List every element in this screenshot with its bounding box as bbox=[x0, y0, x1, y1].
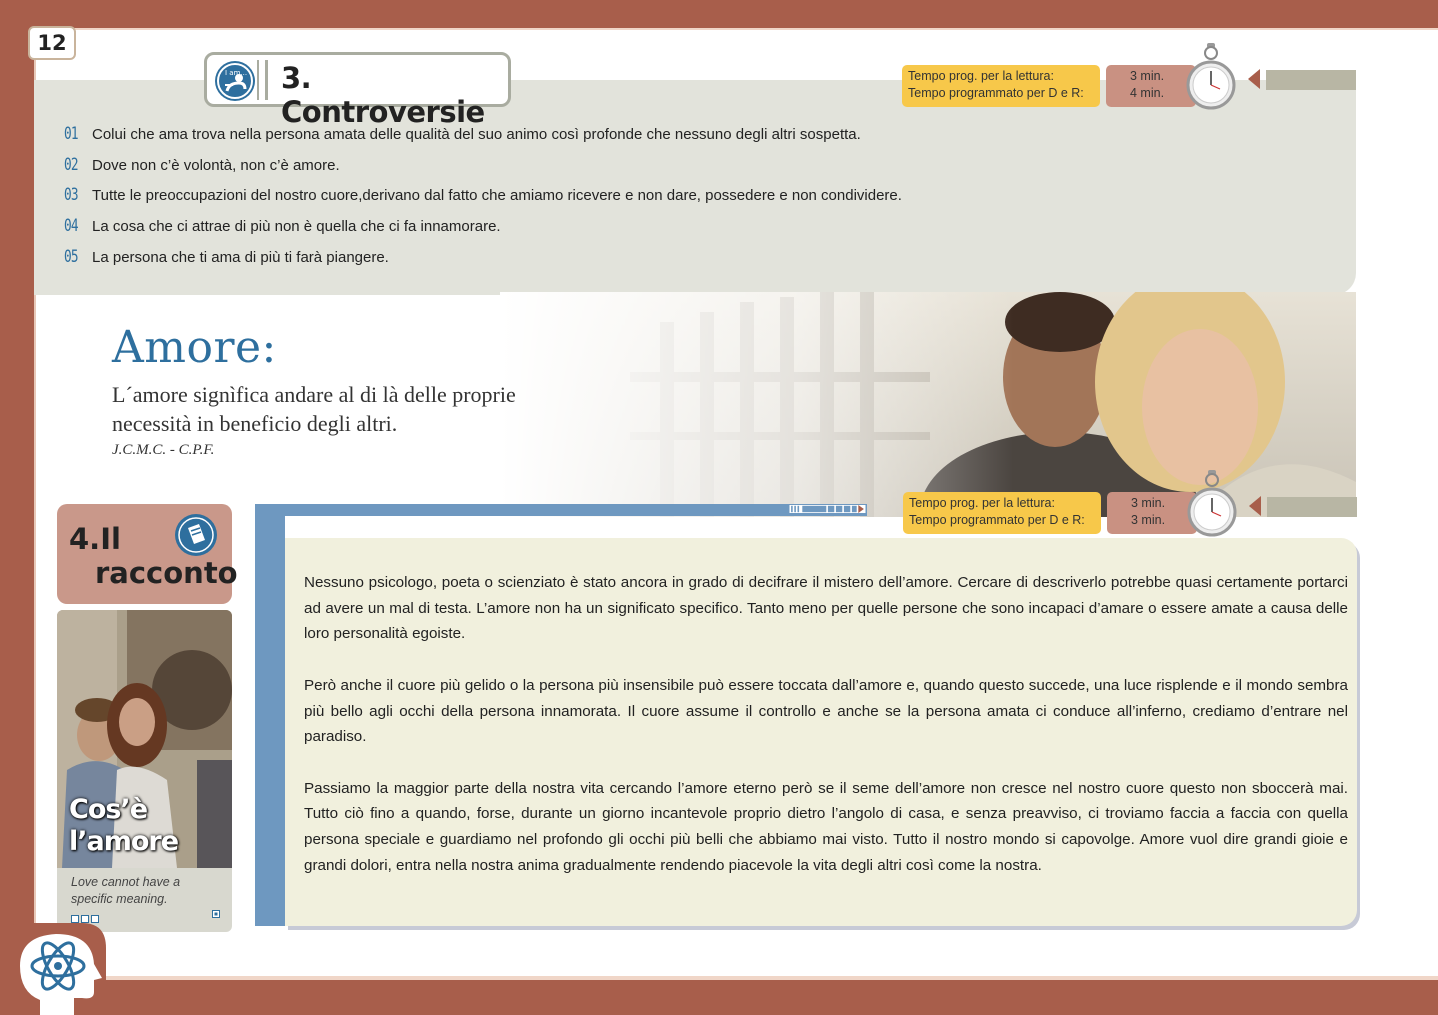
timer-values: 3 min. 4 min. bbox=[1106, 65, 1196, 107]
racconto-word: racconto bbox=[95, 556, 238, 590]
list-number: 04 bbox=[64, 216, 79, 236]
amore-quote-line: L´amore signìfica andare al di là delle … bbox=[112, 382, 516, 407]
timer-value-dr: 3 min. bbox=[1131, 513, 1166, 527]
story-paragraph: Però anche il cuore più gelido o la pers… bbox=[304, 676, 1348, 746]
timer-value-dr: 4 min. bbox=[1130, 86, 1165, 100]
story-text: Nessuno psicologo, poeta o scienziato è … bbox=[304, 570, 1348, 904]
stopwatch-icon bbox=[1187, 470, 1237, 537]
story-photo-title: Cos’è l’amore bbox=[69, 794, 179, 858]
story-frame-left bbox=[255, 504, 285, 926]
story-caption-line: Love cannot have a bbox=[71, 875, 181, 889]
amore-quote: L´amore signìfica andare al di là delle … bbox=[112, 380, 552, 438]
timer-value-reading: 3 min. bbox=[1131, 496, 1166, 510]
list-text: Colui che ama trova nella persona amata … bbox=[92, 126, 861, 143]
list-text: Dove non c’è volontà, non c’è amore. bbox=[92, 157, 340, 174]
list-number: 01 bbox=[64, 124, 79, 144]
timer-arrow bbox=[1249, 496, 1261, 516]
frame-ticks bbox=[789, 505, 866, 513]
header-separator bbox=[265, 60, 268, 100]
timer-label-reading: Tempo prog. per la lettura: bbox=[908, 69, 1054, 83]
timer-label-reading: Tempo prog. per la lettura: bbox=[909, 496, 1055, 510]
story-photo-title-line: l’amore bbox=[69, 826, 179, 857]
page-number: 12 bbox=[28, 26, 76, 60]
timer-labels: Tempo prog. per la lettura: Tempo progra… bbox=[902, 65, 1100, 107]
story-paragraph: Passiamo la maggior parte della nostra v… bbox=[304, 779, 1348, 874]
bottom-stripe bbox=[34, 976, 1438, 980]
stopwatch-icon bbox=[1186, 43, 1236, 110]
amore-quote-line: necessità in beneficio degli altri. bbox=[112, 411, 398, 436]
atom-head-icon bbox=[12, 923, 106, 1015]
story-caption-line: specific meaning. bbox=[71, 892, 168, 906]
timer-values: 3 min. 3 min. bbox=[1107, 492, 1197, 534]
amore-title: Amore: bbox=[112, 322, 277, 373]
controversie-header: I am... 3. Controversie bbox=[204, 52, 511, 129]
timer-bar bbox=[1266, 70, 1356, 90]
list-number: 02 bbox=[64, 155, 79, 175]
timer-labels: Tempo prog. per la lettura: Tempo progra… bbox=[903, 492, 1101, 534]
list-text: La cosa che ci attrae di più non è quell… bbox=[92, 218, 501, 235]
racconto-header: 4.Il racconto bbox=[57, 504, 238, 604]
controversie-icon-box: I am... bbox=[213, 60, 259, 100]
racconto-number: 4.Il bbox=[69, 522, 121, 556]
timer-value-reading: 3 min. bbox=[1130, 69, 1165, 83]
list-number: 03 bbox=[64, 185, 79, 205]
timer-arrow bbox=[1248, 69, 1260, 89]
story-paragraph: Nessuno psicologo, poeta o scienziato è … bbox=[304, 574, 1348, 643]
section-title: 3. Controversie bbox=[281, 61, 485, 129]
timer-label-dr: Tempo programmato per D e R: bbox=[909, 513, 1085, 527]
list-text: Tutte le preoccupazioni del nostro cuore… bbox=[92, 187, 902, 204]
dot-active bbox=[212, 910, 220, 918]
book-icon bbox=[175, 514, 217, 556]
timer-label-dr: Tempo programmato per D e R: bbox=[908, 86, 1084, 100]
story-frame-top bbox=[255, 504, 867, 516]
timer-bar bbox=[1267, 497, 1357, 517]
story-photo-card: Cos’è l’amore Love cannot have a specifi… bbox=[57, 610, 232, 932]
story-photo-title-line: Cos’è bbox=[69, 794, 148, 825]
list-number: 05 bbox=[64, 247, 79, 267]
i-am-icon: I am... bbox=[217, 63, 253, 99]
amore-author: J.C.M.C. - C.P.F. bbox=[112, 442, 215, 458]
story-caption: Love cannot have a specific meaning. bbox=[71, 874, 180, 908]
list-text: La persona che ti ama di più ti farà pia… bbox=[92, 249, 389, 266]
